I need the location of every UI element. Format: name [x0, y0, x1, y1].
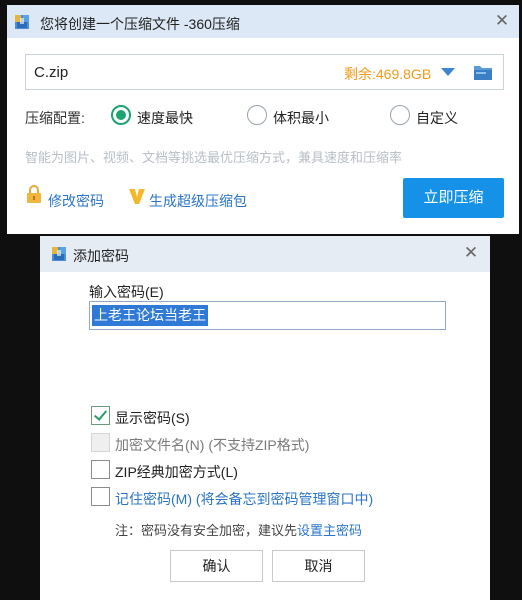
- window-title: 您将创建一个压缩文件 -360压缩: [40, 16, 240, 32]
- compress-now-button[interactable]: 立即压缩: [403, 178, 504, 218]
- encrypt-filenames-label: 加密文件名(N) (不支持ZIP格式): [115, 437, 310, 453]
- dialog-title-bar: 添加密码 ✕: [40, 236, 490, 272]
- radio-fastest-label[interactable]: 速度最快: [137, 108, 193, 128]
- config-label: 压缩配置:: [25, 110, 85, 126]
- dropdown-arrow-icon[interactable]: [441, 68, 455, 76]
- output-file-row[interactable]: C.zip 剩余:469.8GB: [25, 54, 504, 90]
- password-value[interactable]: 上老王论坛当老王: [92, 305, 208, 326]
- title-bar: 您将创建一个压缩文件 -360压缩 ✕: [7, 5, 519, 38]
- security-note: 注：密码没有安全加密，建议先设置主密码: [115, 520, 362, 539]
- radio-custom-label[interactable]: 自定义: [416, 108, 458, 128]
- password-label: 输入密码(E): [89, 284, 164, 300]
- encrypt-filenames-checkbox: [91, 433, 110, 452]
- remember-password-label[interactable]: 记住密码(M) (将会备忘到密码管理窗口中): [115, 489, 373, 509]
- app-icon: [52, 247, 66, 261]
- config-hint: 智能为图片、视频、文档等挑选最优压缩方式，兼具速度和压缩率: [25, 150, 403, 165]
- lock-icon: [27, 185, 41, 203]
- radio-smallest-label[interactable]: 体积最小: [273, 108, 329, 128]
- set-master-password-link[interactable]: 设置主密码: [297, 523, 362, 538]
- radio-custom[interactable]: [390, 105, 410, 125]
- app-icon: [15, 15, 29, 29]
- show-password-checkbox[interactable]: [91, 406, 110, 425]
- compress-window: 您将创建一个压缩文件 -360压缩 ✕ C.zip 剩余:469.8GB 压缩配…: [7, 5, 519, 234]
- radio-fastest[interactable]: [111, 105, 131, 125]
- add-password-dialog: 添加密码 ✕ 输入密码(E) 上老王论坛当老王 显示密码(S) 加密文件名(N)…: [40, 236, 490, 600]
- close-icon[interactable]: ✕: [462, 244, 480, 262]
- zip-classic-checkbox[interactable]: [91, 460, 110, 479]
- zip-classic-label[interactable]: ZIP经典加密方式(L): [115, 462, 238, 482]
- password-input[interactable]: 上老王论坛当老王: [89, 301, 446, 330]
- remaining-space: 剩余:469.8GB: [344, 66, 432, 82]
- radio-smallest[interactable]: [247, 105, 267, 125]
- note-text: 注：密码没有安全加密，建议先: [115, 523, 298, 538]
- close-icon[interactable]: ✕: [493, 12, 511, 30]
- output-file-name[interactable]: C.zip: [34, 64, 68, 81]
- confirm-button[interactable]: 确认: [170, 550, 263, 582]
- show-password-label[interactable]: 显示密码(S): [115, 408, 190, 428]
- dialog-title: 添加密码: [73, 248, 129, 264]
- v-icon: [129, 189, 145, 204]
- super-package-link[interactable]: 生成超级压缩包: [149, 191, 247, 211]
- cancel-button[interactable]: 取消: [272, 550, 365, 582]
- remember-password-checkbox[interactable]: [91, 487, 110, 506]
- folder-icon[interactable]: [473, 64, 493, 81]
- change-password-link[interactable]: 修改密码: [48, 191, 104, 211]
